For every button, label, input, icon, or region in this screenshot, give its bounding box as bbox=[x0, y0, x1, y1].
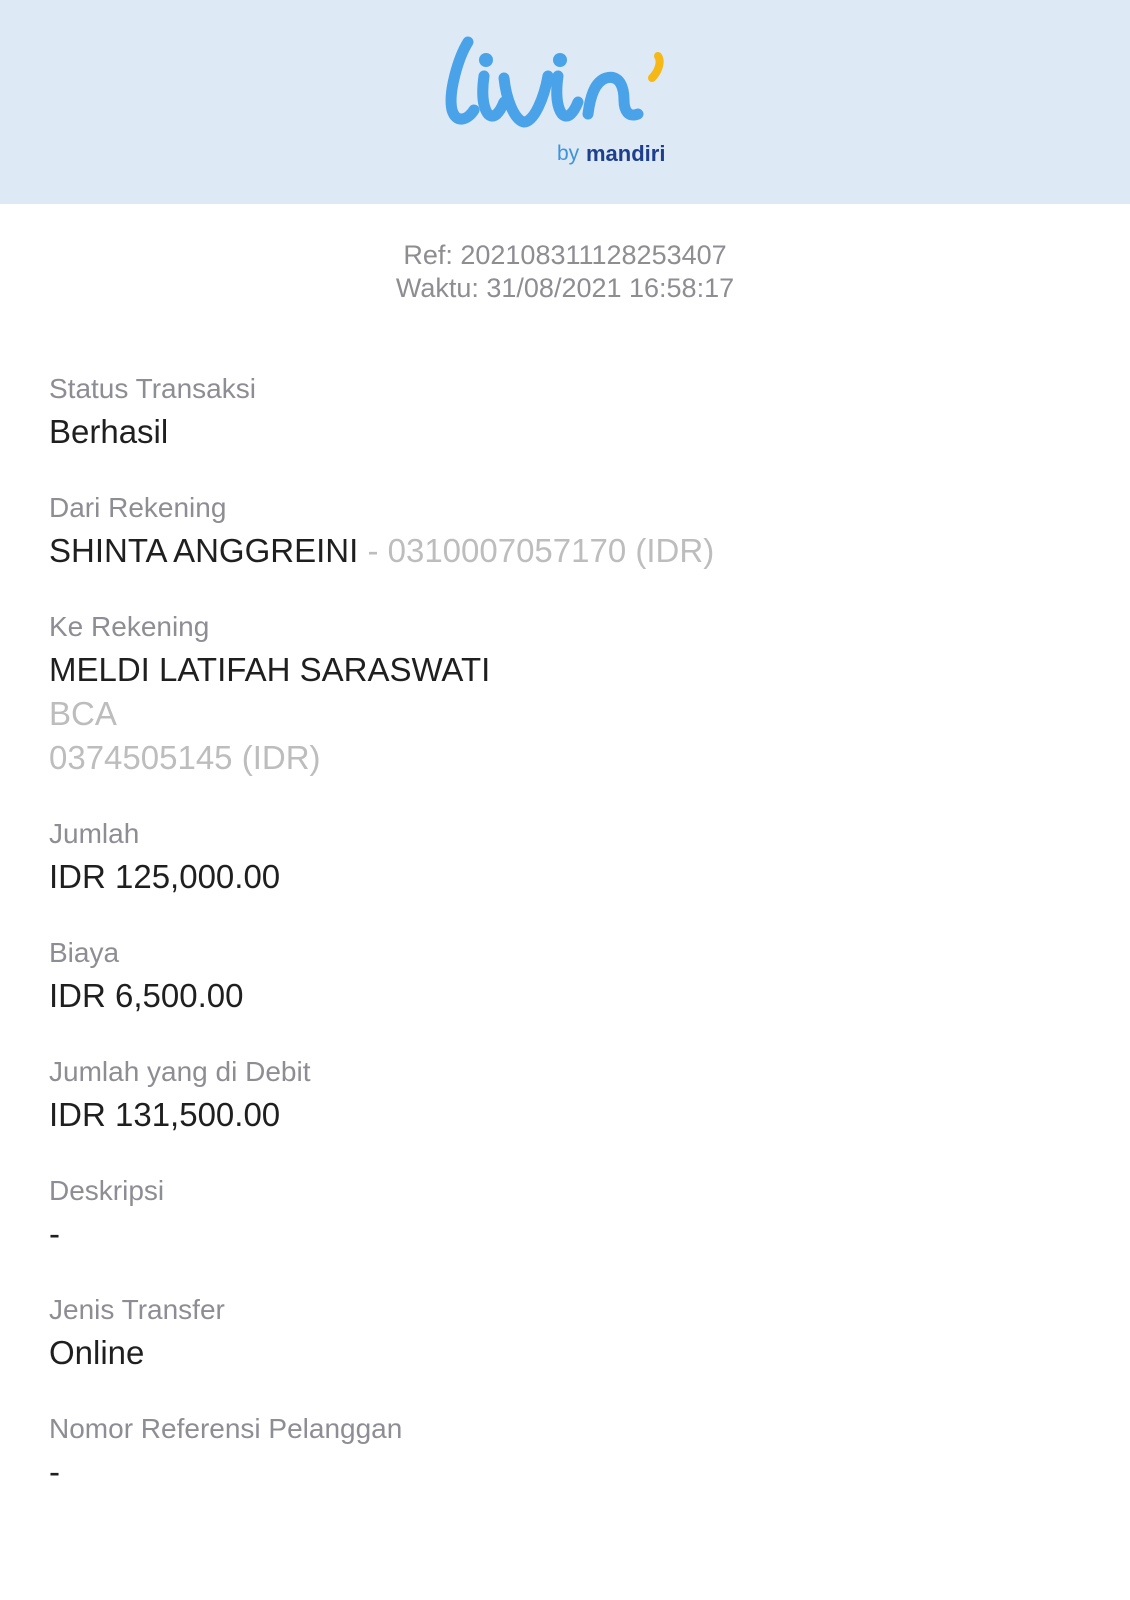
field-to-account: Ke Rekening MELDI LATIFAH SARASWATI BCA … bbox=[49, 606, 1089, 780]
from-account-name: SHINTA ANGGREINI bbox=[49, 532, 359, 569]
to-account-name: MELDI LATIFAH SARASWATI bbox=[49, 651, 491, 688]
amount-value: IDR 125,000.00 bbox=[49, 858, 281, 895]
field-customer-reference: Nomor Referensi Pelanggan - bbox=[49, 1408, 1089, 1494]
field-transfer-type: Jenis Transfer Online bbox=[49, 1289, 1089, 1375]
from-account-number: 0310007057170 (IDR) bbox=[387, 532, 715, 569]
transaction-meta: Ref: 202108311128253407 Waktu: 31/08/202… bbox=[0, 239, 1130, 305]
description-value: - bbox=[49, 1215, 60, 1252]
header-banner: by mandiri bbox=[0, 0, 1130, 204]
livin-mandiri-logo: by mandiri bbox=[440, 28, 680, 178]
customer-reference-value: - bbox=[49, 1453, 60, 1490]
logo-by-text: by bbox=[557, 142, 580, 165]
field-debited-amount: Jumlah yang di Debit IDR 131,500.00 bbox=[49, 1051, 1089, 1137]
debited-amount-label: Jumlah yang di Debit bbox=[49, 1056, 311, 1087]
to-account-bank: BCA bbox=[49, 695, 117, 732]
livin-script-logo-icon bbox=[445, 36, 664, 128]
reference-number: Ref: 202108311128253407 bbox=[403, 240, 727, 270]
transfer-type-label: Jenis Transfer bbox=[49, 1294, 225, 1325]
field-amount: Jumlah IDR 125,000.00 bbox=[49, 813, 1089, 899]
fee-value: IDR 6,500.00 bbox=[49, 977, 244, 1014]
from-account-label: Dari Rekening bbox=[49, 492, 227, 523]
debited-amount-value: IDR 131,500.00 bbox=[49, 1096, 281, 1133]
logo-brand-name: mandiri bbox=[586, 141, 666, 166]
field-fee: Biaya IDR 6,500.00 bbox=[49, 932, 1089, 1018]
transfer-type-value: Online bbox=[49, 1334, 145, 1371]
field-description: Deskripsi - bbox=[49, 1170, 1089, 1256]
status-value: Berhasil bbox=[49, 413, 169, 450]
to-account-number: 0374505145 (IDR) bbox=[49, 739, 321, 776]
field-from-account: Dari Rekening SHINTA ANGGREINI - 0310007… bbox=[49, 487, 1089, 573]
transaction-details: Status Transaksi Berhasil Dari Rekening … bbox=[49, 368, 1089, 1527]
from-account-separator: - bbox=[358, 532, 388, 569]
fee-label: Biaya bbox=[49, 937, 120, 968]
amount-label: Jumlah bbox=[49, 818, 140, 849]
to-account-label: Ke Rekening bbox=[49, 611, 210, 642]
description-label: Deskripsi bbox=[49, 1175, 165, 1206]
status-label: Status Transaksi bbox=[49, 373, 256, 404]
customer-reference-label: Nomor Referensi Pelanggan bbox=[49, 1413, 403, 1444]
transaction-time: Waktu: 31/08/2021 16:58:17 bbox=[395, 273, 735, 303]
field-status: Status Transaksi Berhasil bbox=[49, 368, 1089, 454]
from-account-value: SHINTA ANGGREINI - 0310007057170 (IDR) bbox=[49, 529, 1089, 573]
